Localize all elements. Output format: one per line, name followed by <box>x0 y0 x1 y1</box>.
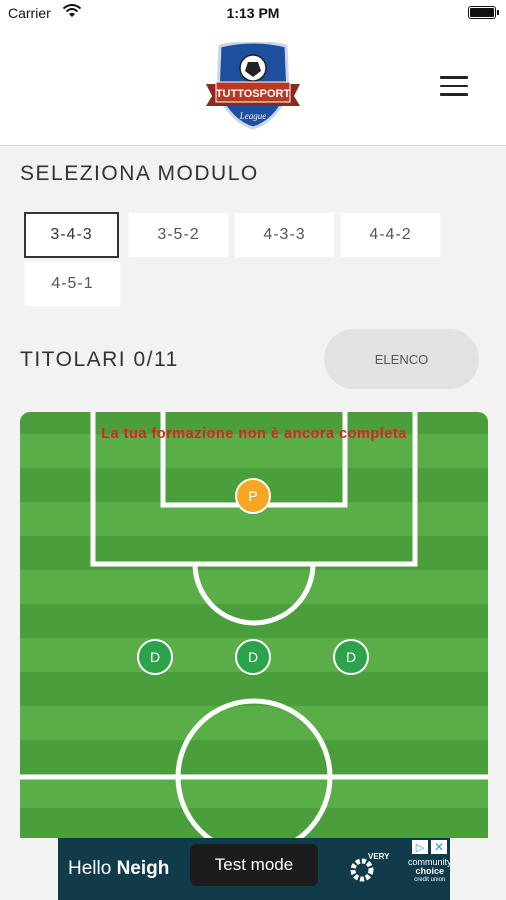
starters-count-label: TITOLARI 0/11 <box>20 348 179 371</box>
tuttosport-league-logo: TUTTOSPORT League <box>206 42 300 130</box>
player-slot-defender[interactable]: D <box>235 639 271 675</box>
ad-close-icon[interactable]: ✕ <box>431 840 447 854</box>
pitch-markings <box>20 412 488 838</box>
hamburger-menu-icon[interactable] <box>440 76 468 98</box>
module-option-4-4-2[interactable]: 4-4-2 <box>340 212 441 258</box>
player-slot-defender[interactable]: D <box>137 639 173 675</box>
module-option-4-3-3[interactable]: 4-3-3 <box>234 212 335 258</box>
select-module-title: SELEZIONA MODULO <box>20 162 259 185</box>
module-option-3-4-3[interactable]: 3-4-3 <box>24 212 119 258</box>
ad-headline: Hello Neigh <box>68 858 170 879</box>
svg-text:TUTTOSPORT: TUTTOSPORT <box>216 88 291 100</box>
adchoices-icon[interactable]: ▷ <box>412 840 428 854</box>
elenco-button[interactable]: ELENCO <box>324 329 479 389</box>
module-option-3-5-2[interactable]: 3-5-2 <box>128 212 229 258</box>
test-mode-toast: Test mode <box>190 844 318 886</box>
formation-incomplete-warning: La tua formazione non è ancora completa <box>101 426 407 442</box>
status-time: 1:13 PM <box>226 5 280 21</box>
app-header: TUTTOSPORT League <box>0 26 506 146</box>
ad-brand-text: community choice credit union <box>408 857 450 884</box>
player-slot-goalkeeper[interactable]: P <box>235 478 271 514</box>
battery-icon <box>468 6 499 19</box>
player-slot-defender[interactable]: D <box>333 639 369 675</box>
status-bar: Carrier 1:13 PM <box>0 0 506 26</box>
soccer-pitch: La tua formazione non è ancora completa … <box>20 412 488 838</box>
svg-text:League: League <box>239 111 267 121</box>
module-option-4-5-1[interactable]: 4-5-1 <box>24 261 121 307</box>
community-choice-logo-icon <box>350 858 374 882</box>
